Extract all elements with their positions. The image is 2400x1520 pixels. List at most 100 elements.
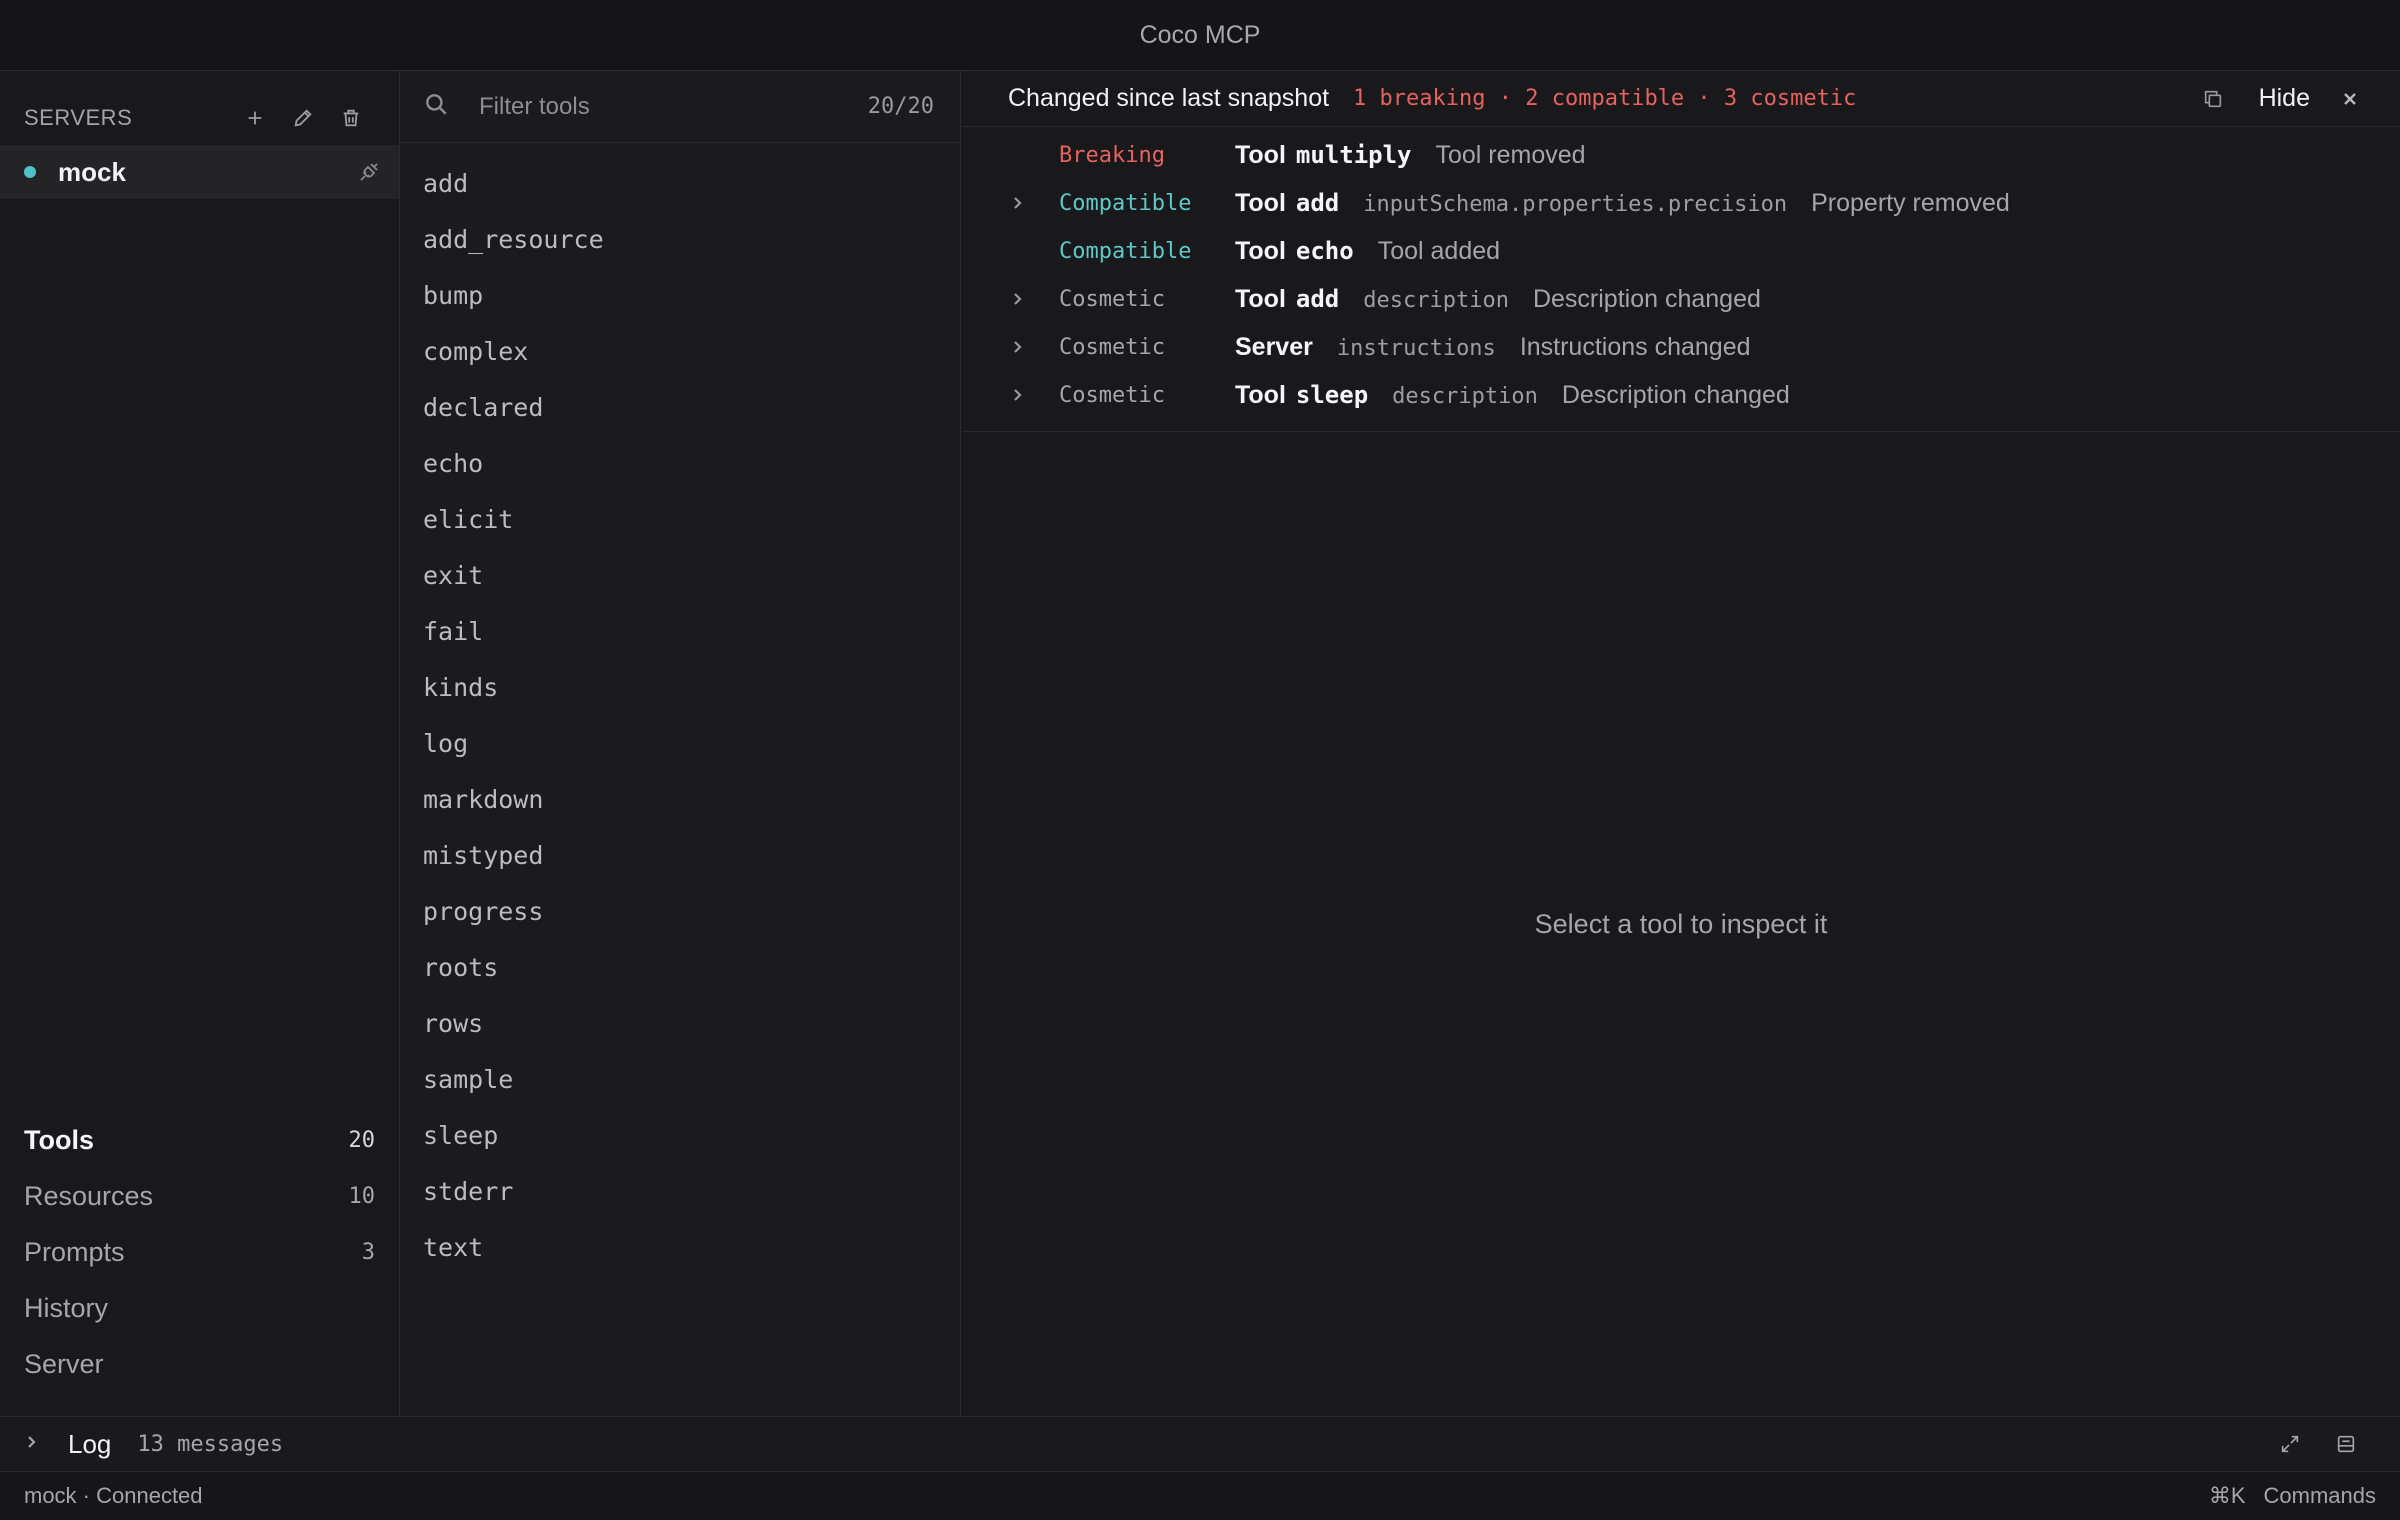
tool-item[interactable]: text — [401, 1219, 960, 1275]
servers-title: SERVERS — [24, 105, 133, 130]
change-description: Description changed — [1561, 380, 1790, 409]
log-bar: Log 13 messages — [0, 1416, 2400, 1472]
shortcut-hint: ⌘K — [2208, 1483, 2246, 1508]
tool-item[interactable]: exit — [401, 547, 960, 603]
nav-label: Resources — [24, 1180, 154, 1211]
severity-label: Breaking — [1059, 142, 1165, 168]
tool-item[interactable]: log — [401, 715, 960, 771]
tool-item[interactable]: echo — [401, 435, 960, 491]
change-path: description — [1392, 383, 1538, 409]
connected-status-dot — [24, 166, 36, 178]
plug-icon[interactable] — [339, 152, 399, 192]
severity-label: Compatible — [1059, 238, 1192, 264]
change-summary: 1 breaking · 2 compatible · 3 cosmetic — [1353, 86, 1857, 111]
empty-state-text: Select a tool to inspect it — [1534, 909, 1828, 939]
sidebar: SERVERS mock Tools 20 Resources 10 Promp… — [0, 71, 400, 1416]
change-description: Tool removed — [1435, 140, 1586, 169]
nav-label: Server — [24, 1348, 104, 1379]
severity-label: Cosmetic — [1059, 382, 1165, 408]
change-kind: Tool — [1235, 284, 1286, 313]
severity-label: Cosmetic — [1059, 334, 1165, 360]
tool-item[interactable]: roots — [401, 939, 960, 995]
chevron-right-icon[interactable] — [1007, 193, 1027, 213]
tool-item[interactable]: progress — [401, 883, 960, 939]
change-kind: Tool — [1235, 380, 1286, 409]
chevron-right-icon[interactable] — [1007, 337, 1027, 357]
filter-tools-input[interactable] — [479, 92, 868, 121]
sidebar-nav: Tools 20 Resources 10 Prompts 3 History … — [0, 1112, 399, 1392]
change-subject: Tool add description Description changed — [1235, 285, 1761, 314]
hide-button[interactable]: Hide — [2259, 84, 2310, 113]
chevron-right-icon[interactable] — [1007, 385, 1027, 405]
servers-header: SERVERS — [24, 101, 375, 135]
change-target-name: sleep — [1295, 380, 1369, 409]
change-path: description — [1363, 287, 1509, 313]
filter-count: 20/20 — [867, 94, 934, 119]
tool-item[interactable]: fail — [401, 603, 960, 659]
nav-label: Tools — [24, 1124, 94, 1155]
chevron-right-icon[interactable] — [1007, 289, 1027, 309]
tool-item[interactable]: stderr — [401, 1163, 960, 1219]
change-kind: Tool — [1235, 188, 1286, 217]
add-server-icon[interactable] — [231, 101, 279, 135]
change-row[interactable]: Compatible Tool add inputSchema.properties.… — [962, 179, 2400, 227]
change-path: inputSchema.properties.precision — [1363, 191, 1788, 217]
expand-icon[interactable] — [2262, 1424, 2318, 1464]
change-row[interactable]: Cosmetic Tool sleep description Description … — [962, 371, 2400, 419]
tool-item[interactable]: complex — [401, 323, 960, 379]
log-title[interactable]: Log — [68, 1429, 111, 1460]
change-description: Property removed — [1811, 188, 2010, 217]
close-icon[interactable] — [2330, 79, 2370, 119]
status-bar: mock · Connected ⌘K Commands — [0, 1472, 2400, 1520]
change-kind: Tool — [1235, 236, 1286, 265]
tool-item[interactable]: sample — [401, 1051, 960, 1107]
change-row: Compatible Tool echo Tool added — [962, 227, 2400, 275]
copy-icon[interactable] — [2193, 79, 2233, 119]
tool-item[interactable]: add — [401, 155, 960, 211]
nav-label: Prompts — [24, 1236, 125, 1267]
tool-item[interactable]: mistyped — [401, 827, 960, 883]
tool-item[interactable]: rows — [401, 995, 960, 1051]
tool-item[interactable]: bump — [401, 267, 960, 323]
nav-count: 20 — [348, 1127, 376, 1153]
nav-label: History — [24, 1292, 109, 1323]
nav-item-history[interactable]: History — [0, 1280, 399, 1336]
snapshot-banner: Changed since last snapshot 1 breaking ·… — [962, 71, 2400, 127]
nav-item-resources[interactable]: Resources 10 — [0, 1168, 399, 1224]
server-name: mock — [58, 156, 126, 187]
tool-item[interactable]: sleep — [401, 1107, 960, 1163]
panel-toggle-icon[interactable] — [2318, 1424, 2374, 1464]
edit-server-icon[interactable] — [279, 101, 327, 135]
tool-item[interactable]: declared — [401, 379, 960, 435]
change-row: Breaking Tool multiply Tool removed — [962, 131, 2400, 179]
server-item-mock[interactable]: mock — [0, 145, 399, 199]
change-subject: Tool sleep description Description changed — [1235, 381, 1790, 410]
delete-server-icon[interactable] — [327, 101, 375, 135]
connection-status: mock · Connected — [24, 1483, 203, 1508]
tool-item[interactable]: kinds — [401, 659, 960, 715]
severity-label: Compatible — [1059, 190, 1192, 216]
change-row[interactable]: Cosmetic Server instructions Instructions c… — [962, 323, 2400, 371]
log-message-count: 13 messages — [137, 1431, 284, 1457]
banner-title: Changed since last snapshot — [1008, 84, 1330, 112]
app-title: Coco MCP — [1139, 20, 1261, 49]
nav-count: 3 — [361, 1239, 375, 1265]
severity-label: Cosmetic — [1059, 286, 1165, 312]
commands-button[interactable]: Commands — [2264, 1483, 2376, 1509]
tool-item[interactable]: markdown — [401, 771, 960, 827]
change-subject: Tool multiply Tool removed — [1235, 141, 1586, 170]
nav-item-tools[interactable]: Tools 20 — [0, 1112, 399, 1168]
filter-bar: 20/20 — [401, 71, 960, 143]
change-target-name: echo — [1295, 236, 1354, 265]
tools-panel: 20/20 addadd_resourcebumpcomplexdeclared… — [401, 71, 961, 1416]
nav-item-server[interactable]: Server — [0, 1336, 399, 1392]
chevron-right-icon[interactable] — [24, 1435, 38, 1454]
nav-item-prompts[interactable]: Prompts 3 — [0, 1224, 399, 1280]
tool-item[interactable]: add_resource — [401, 211, 960, 267]
change-list: Breaking Tool multiply Tool removed Compatib… — [962, 127, 2400, 432]
change-row[interactable]: Cosmetic Tool add description Description ch… — [962, 275, 2400, 323]
tool-list: add add_resource bump complex declared echo el… — [401, 143, 960, 1275]
tool-item[interactable]: elicit — [401, 491, 960, 547]
change-kind: Tool — [1235, 140, 1286, 169]
change-description: Description changed — [1532, 284, 1761, 313]
